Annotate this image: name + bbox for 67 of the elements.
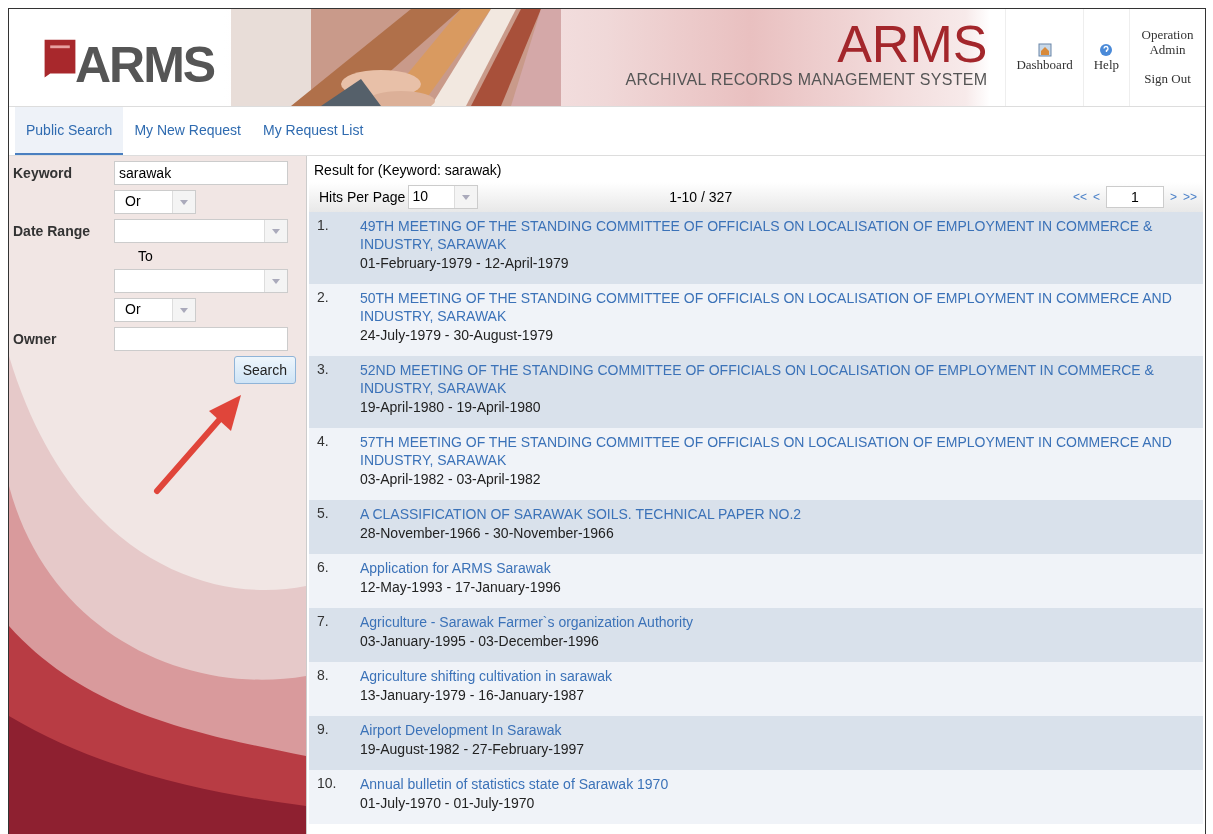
result-dates: 03-April-1982 - 03-April-1982 [360,471,542,487]
app-subtitle: ARCHIVAL RECORDS MANAGEMENT SYSTEM [625,71,988,89]
result-dates: 28-November-1966 - 30-November-1966 [360,525,615,541]
house-icon [1037,42,1052,57]
result-number: 7. [317,613,330,631]
result-title-link[interactable]: Agriculture shifting cultivation in sarawak [360,667,613,685]
result-title-link[interactable]: Airport Development In Sarawak [360,721,585,739]
last-page-link[interactable]: >> [1183,190,1197,204]
user-name: Operation Admin [1140,27,1195,57]
result-title-link[interactable]: 57TH MEETING OF THE STANDING COMMITTEE OF OFFICIALS ON LOCALISATION OF EMPLOYMENT IN COMMERCE AND INDUSTRY, SARAWAK [360,433,1197,469]
result-number: 1. [317,217,330,235]
result-dates: 19-April-1980 - 19-April-1980 [360,399,542,415]
keyword-field[interactable]: sarawak [114,161,288,185]
result-number: 8. [317,667,330,685]
to-label: To [137,248,154,264]
hits-per-page-label: Hits Per Page [319,189,406,205]
hits-per-page-dropdown[interactable]: 10 [408,185,479,209]
result-dates: 24-July-1979 - 30-August-1979 [360,327,554,343]
tab[interactable]: My Request List [252,107,375,155]
result-number: 9. [317,721,330,739]
sign-out-link[interactable]: Sign Out [1144,71,1191,87]
result-number: 10. [317,775,338,793]
result-heading: Result for (Keyword: sarawak) [313,161,503,180]
result-dates: 19-August-1982 - 27-February-1997 [360,741,585,757]
result-title-link[interactable]: Annual bulletin of statistics state of Sarawak 1970 [360,775,669,793]
result-title-link[interactable]: Application for ARMS Sarawak [360,559,561,577]
result-title-link[interactable]: 52ND MEETING OF THE STANDING COMMITTEE OF OFFICIALS ON LOCALISATION OF EMPLOYMENT IN COMMERCE & INDUSTRY, SARAWAK [360,361,1197,397]
dropdown-arrow-icon [462,194,471,200]
result-title-link[interactable]: A CLASSIFICATION OF SARAWAK SOILS. TECHNICAL PAPER NO.2 [360,505,802,523]
result-number: 5. [317,505,330,523]
keyword-label: Keyword [13,165,74,181]
tab[interactable]: My New Request [123,107,252,155]
dashboard-link[interactable]: Dashboard [1016,42,1073,73]
result-number: 2. [317,289,330,307]
result-title-link[interactable]: 50TH MEETING OF THE STANDING COMMITTEE OF OFFICIALS ON LOCALISATION OF EMPLOYMENT IN COMMERCE AND INDUSTRY, SARAWAK [360,289,1197,325]
operator-dropdown[interactable]: Or [114,190,196,214]
result-range: 1-10 / 327 [668,189,734,205]
result-dates: 03-January-1995 - 03-December-1996 [360,633,600,649]
result-title-link[interactable]: Agriculture - Sarawak Farmer`s organization Authority [360,613,694,631]
date-range-label: Date Range [13,223,92,239]
result-number: 4. [317,433,330,451]
dropdown-arrow-icon [180,307,188,313]
owner-field[interactable] [114,327,288,351]
dropdown-arrow-icon [272,278,280,284]
result-dates: 12-May-1993 - 17-January-1996 [360,579,561,595]
result-title-link[interactable]: 49TH MEETING OF THE STANDING COMMITTEE OF OFFICIALS ON LOCALISATION OF EMPLOYMENT IN COMMERCE & INDUSTRY, SARAWAK [360,217,1197,253]
first-page-link[interactable]: << [1072,190,1087,204]
next-page-link[interactable]: > [1169,190,1177,204]
owner-label: Owner [13,331,58,347]
search-button[interactable]: Search [233,356,296,384]
dropdown-arrow-icon [272,228,280,234]
operator-dropdown[interactable]: Or [114,298,196,322]
date-from-dropdown[interactable] [114,219,288,243]
date-to-dropdown[interactable] [114,269,288,293]
page-field[interactable]: 1 [1105,186,1164,208]
result-number: 3. [317,361,330,379]
result-dates: 01-July-1970 - 01-July-1970 [360,795,536,811]
logo: ARMS [9,9,231,106]
previous-page-link[interactable]: < [1092,190,1100,204]
help-link[interactable]: Help [1093,42,1119,73]
result-dates: 01-February-1979 - 12-April-1979 [360,255,570,271]
app-title: ARMS [837,17,988,71]
dropdown-arrow-icon [180,199,188,205]
result-dates: 13-January-1979 - 16-January-1987 [360,687,586,703]
result-number: 6. [317,559,330,577]
help-icon [1099,42,1114,57]
tab[interactable]: Public Search [15,107,124,155]
